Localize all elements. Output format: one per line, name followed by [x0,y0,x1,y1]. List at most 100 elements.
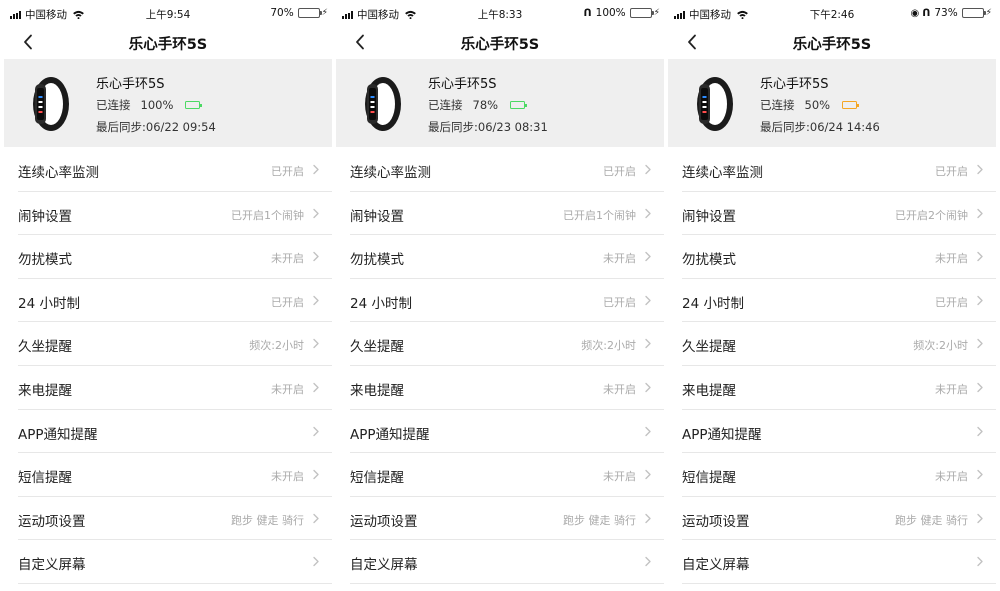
settings-row[interactable]: 连续心率监测 已开启 [350,148,664,192]
chevron-right-icon [977,295,983,305]
status-bar: 中国移动 下午2:46 ◉ ᑎ 73% ⚡ [668,0,996,26]
settings-row[interactable]: 连续心率监测 已开启 [682,148,996,192]
status-bar: 中国移动 上午8:33 ᑎ 100% ⚡ [336,0,664,26]
settings-row[interactable]: 勿扰模式 未开启 [350,235,664,279]
settings-row-label: 短信提醒 [682,470,736,487]
settings-row-value: 已开启 [271,165,304,178]
settings-row-value: 未开启 [603,382,636,396]
settings-row[interactable]: 闹钟设置 已开启2个闹钟 [682,192,996,236]
settings-row[interactable]: 勿扰模式 未开启 [18,235,332,279]
settings-row-label: APP通知提醒 [18,426,98,443]
settings-row[interactable]: 自定义屏幕 [18,540,332,584]
battery-icon [961,8,986,18]
battery-percent: 100% [595,7,626,19]
chevron-right-icon [645,295,651,305]
device-status-line: 已连接 100% [96,97,203,113]
chevron-right-icon [313,382,319,393]
settings-row[interactable]: APP通知提醒 [18,410,332,454]
device-battery-icon [185,101,203,109]
settings-row-label: 自定义屏幕 [18,557,86,574]
settings-row-label: 闹钟设置 [682,208,736,225]
device-card[interactable]: 乐心手环5S 已连接 78% 最后同步:06/23 08:31 [336,59,664,147]
chevron-right-icon [313,557,319,567]
settings-row[interactable]: 连续心率监测 已开启 [18,148,332,192]
settings-row-value: 已开启1个闹钟 [231,208,304,222]
settings-row[interactable]: APP通知提醒 [350,410,664,454]
settings-row[interactable]: 来电提醒 未开启 [18,366,332,410]
alarm-icon: ◉ [910,7,920,19]
settings-row[interactable]: 来电提醒 未开启 [682,366,996,410]
settings-row-value: 频次:2小时 [581,339,636,353]
settings-row[interactable]: 来电提醒 未开启 [350,366,664,410]
settings-row-label: 久坐提醒 [350,339,404,356]
settings-row[interactable]: 运动项设置 跑步 健走 骑行 [350,497,664,541]
settings-row[interactable]: 勿扰模式 未开启 [682,235,996,279]
settings-row-label: 久坐提醒 [682,339,736,356]
settings-row-label: 来电提醒 [682,382,736,399]
settings-row-label: 短信提醒 [18,470,72,487]
charging-bolt-icon: ⚡ [985,8,992,18]
settings-row-value: 已开启 [603,165,636,178]
chevron-right-icon [313,251,319,262]
settings-row[interactable]: 闹钟设置 已开启1个闹钟 [18,192,332,236]
device-status-line: 已连接 50% [760,97,860,113]
settings-row-value: 跑步 健走 骑行 [231,513,304,527]
settings-row[interactable]: 运动项设置 跑步 健走 骑行 [18,497,332,541]
battery-icon [297,8,322,18]
settings-row[interactable]: 24 小时制 已开启 [350,279,664,323]
chevron-right-icon [977,164,983,175]
settings-row[interactable]: 短信提醒 未开启 [682,453,996,497]
last-sync-time: 最后同步:06/22 09:54 [96,120,216,134]
settings-row-label: 连续心率监测 [18,165,99,181]
page-title: 乐心手环5S [128,37,208,53]
chevron-right-icon [313,208,319,218]
navigation-bar: 乐心手环5S [668,26,996,58]
device-name: 乐心手环5S [760,77,829,92]
settings-row-label: 运动项设置 [350,513,418,530]
settings-row-value: 已开启 [603,295,636,309]
phone-screen: 中国移动 上午8:33 ᑎ 100% ⚡ 乐心手环5S 乐心手环5S 已连接 7… [336,0,664,591]
last-sync-time: 最后同步:06/24 14:46 [760,120,880,134]
status-extra-icons: ᑎ [584,8,592,19]
device-card[interactable]: 乐心手环5S 已连接 100% 最后同步:06/22 09:54 [4,59,332,147]
settings-row[interactable]: 闹钟设置 已开启1个闹钟 [350,192,664,236]
settings-row-value: 未开启 [935,382,968,396]
settings-row-label: 24 小时制 [682,295,744,312]
settings-row[interactable]: APP通知提醒 [682,410,996,454]
settings-row[interactable]: 久坐提醒 频次:2小时 [18,322,332,366]
settings-row[interactable]: 运动项设置 跑步 健走 骑行 [682,497,996,541]
device-status-line: 已连接 78% [428,97,528,113]
settings-row-value: 频次:2小时 [249,339,304,353]
settings-row[interactable]: 久坐提醒 频次:2小时 [350,322,664,366]
settings-row[interactable]: 短信提醒 未开启 [18,453,332,497]
settings-row[interactable]: 自定义屏幕 [350,540,664,584]
settings-row-label: 运动项设置 [682,513,750,530]
settings-row[interactable]: 24 小时制 已开启 [18,279,332,323]
settings-row-label: 24 小时制 [18,295,80,312]
connection-status: 已连接 [428,98,463,112]
settings-row-value: 频次:2小时 [913,339,968,353]
settings-row[interactable]: 久坐提醒 频次:2小时 [682,322,996,366]
settings-row[interactable]: 24 小时制 已开启 [682,279,996,323]
settings-row-value: 未开启 [271,252,304,266]
settings-row[interactable]: 短信提醒 未开启 [350,453,664,497]
settings-row-label: 连续心率监测 [682,165,763,181]
chevron-right-icon [977,557,983,567]
chevron-right-icon [645,469,651,480]
chevron-right-icon [977,426,983,436]
charging-bolt-icon: ⚡ [321,8,328,18]
device-card[interactable]: 乐心手环5S 已连接 50% 最后同步:06/24 14:46 [668,59,996,147]
fitness-band-image [697,77,733,131]
settings-row[interactable]: 自定义屏幕 [682,540,996,584]
settings-row-value: 已开启 [271,295,304,309]
settings-row-label: 短信提醒 [350,470,404,487]
settings-row-label: 勿扰模式 [682,252,736,269]
chevron-right-icon [645,339,651,349]
chevron-right-icon [645,513,651,523]
settings-row-label: 闹钟设置 [350,208,404,225]
navigation-bar: 乐心手环5S [336,26,664,58]
settings-row-label: APP通知提醒 [350,426,430,443]
chevron-right-icon [645,208,651,218]
headphones-icon: ᑎ [922,7,931,19]
navigation-bar: 乐心手环5S [4,26,332,58]
